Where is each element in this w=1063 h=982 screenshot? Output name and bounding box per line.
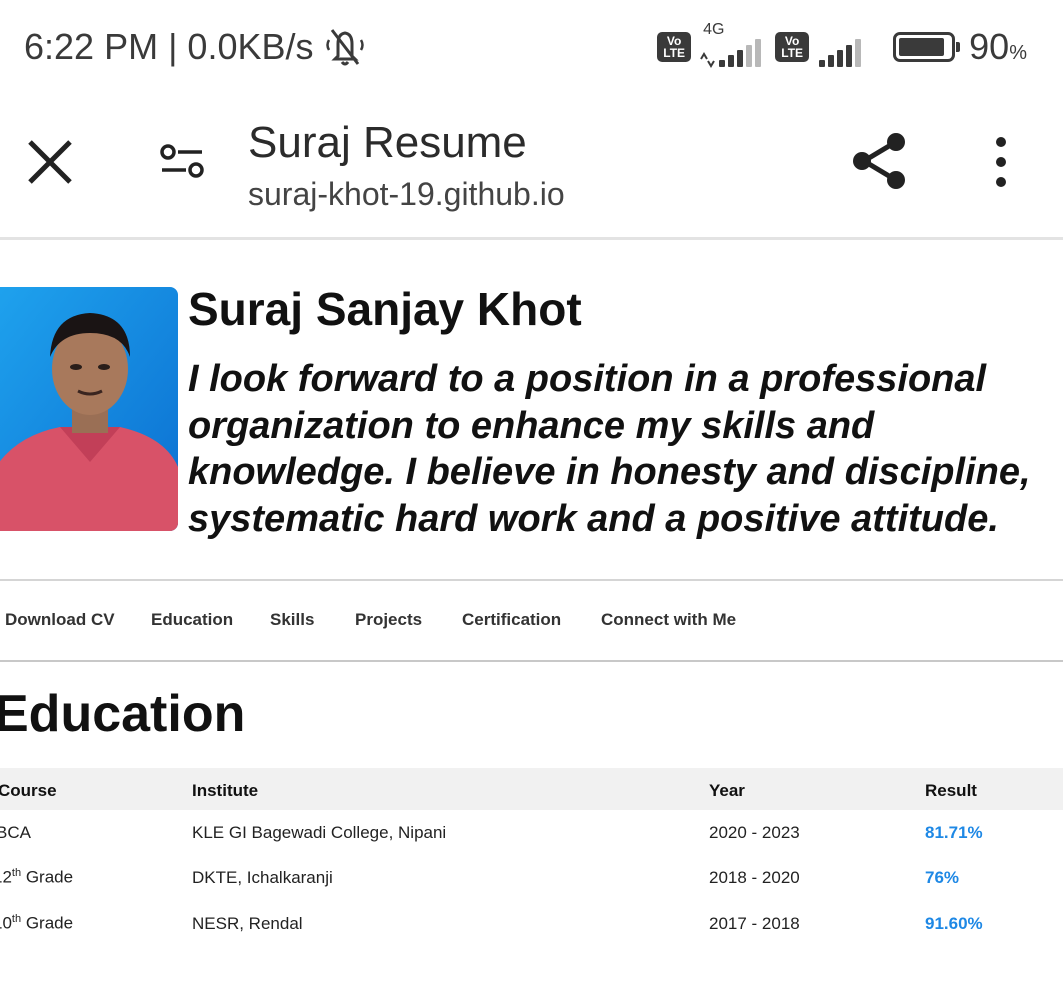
column-header-institute: Institute (192, 781, 259, 800)
battery-percent: 90% (969, 26, 1027, 67)
tune-icon (160, 144, 204, 178)
signal-icon: 4G (699, 21, 765, 69)
more-options-button[interactable] (984, 136, 1018, 188)
column-header-result: Result (925, 781, 977, 800)
signal-icon-2 (817, 25, 869, 69)
year-cell: 2018 - 2020 (709, 868, 800, 887)
course-cell: BCA (0, 823, 31, 842)
table-header: Course Institute Year Result (0, 768, 1063, 810)
education-heading: Education (0, 685, 246, 743)
nav-download-cv[interactable]: Download CV (5, 610, 115, 630)
more-vert-icon (996, 137, 1006, 187)
page-title: Suraj Resume (248, 118, 527, 167)
page-url[interactable]: suraj-khot-19.github.io (248, 176, 565, 213)
profile-objective: I look forward to a position in a profes… (188, 358, 1031, 540)
divider (0, 660, 1063, 662)
close-button[interactable] (24, 136, 76, 188)
divider (0, 579, 1063, 581)
site-settings-button[interactable] (158, 140, 206, 184)
year-cell: 2020 - 2023 (709, 823, 800, 842)
mute-icon (322, 26, 368, 68)
status-left: 6:22 PM | 0.0KB/s (24, 26, 368, 68)
profile-photo (0, 287, 178, 531)
course-cell: 10th Grade (0, 913, 74, 933)
result-cell: 91.60% (925, 914, 983, 933)
nav-skills[interactable]: Skills (270, 610, 314, 630)
share-icon (853, 133, 905, 189)
profile-name: Suraj Sanjay Khot (188, 283, 582, 335)
nav-connect[interactable]: Connect with Me (601, 610, 736, 630)
nav-education[interactable]: Education (151, 610, 233, 630)
status-right: Vo LTE 4G Vo LTE 90% (657, 21, 1027, 72)
browser-toolbar: Suraj Resume suraj-khot-19.github.io (0, 96, 1063, 240)
close-icon (28, 140, 72, 184)
course-cell: 12th Grade (0, 867, 74, 887)
column-header-year: Year (709, 781, 745, 800)
institute-cell: KLE GI Bagewadi College, Nipani (192, 823, 447, 842)
share-button[interactable] (852, 132, 908, 190)
status-bar: 6:22 PM | 0.0KB/s Vo LTE 4G Vo LTE 90% (0, 0, 1063, 96)
nav-projects[interactable]: Projects (355, 610, 422, 630)
year-cell: 2017 - 2018 (709, 914, 800, 933)
time-and-speed: 6:22 PM | 0.0KB/s (24, 26, 314, 67)
column-header-course: Course (0, 781, 57, 800)
volte-icon-2: Vo LTE (775, 32, 810, 62)
result-cell: 81.71% (925, 823, 983, 842)
result-cell: 76% (925, 868, 960, 887)
nav-certification[interactable]: Certification (462, 610, 561, 630)
volte-icon: Vo LTE (657, 32, 692, 62)
institute-cell: NESR, Rendal (192, 914, 303, 933)
institute-cell: DKTE, Ichalkaranji (192, 868, 333, 887)
battery-icon (893, 32, 961, 62)
